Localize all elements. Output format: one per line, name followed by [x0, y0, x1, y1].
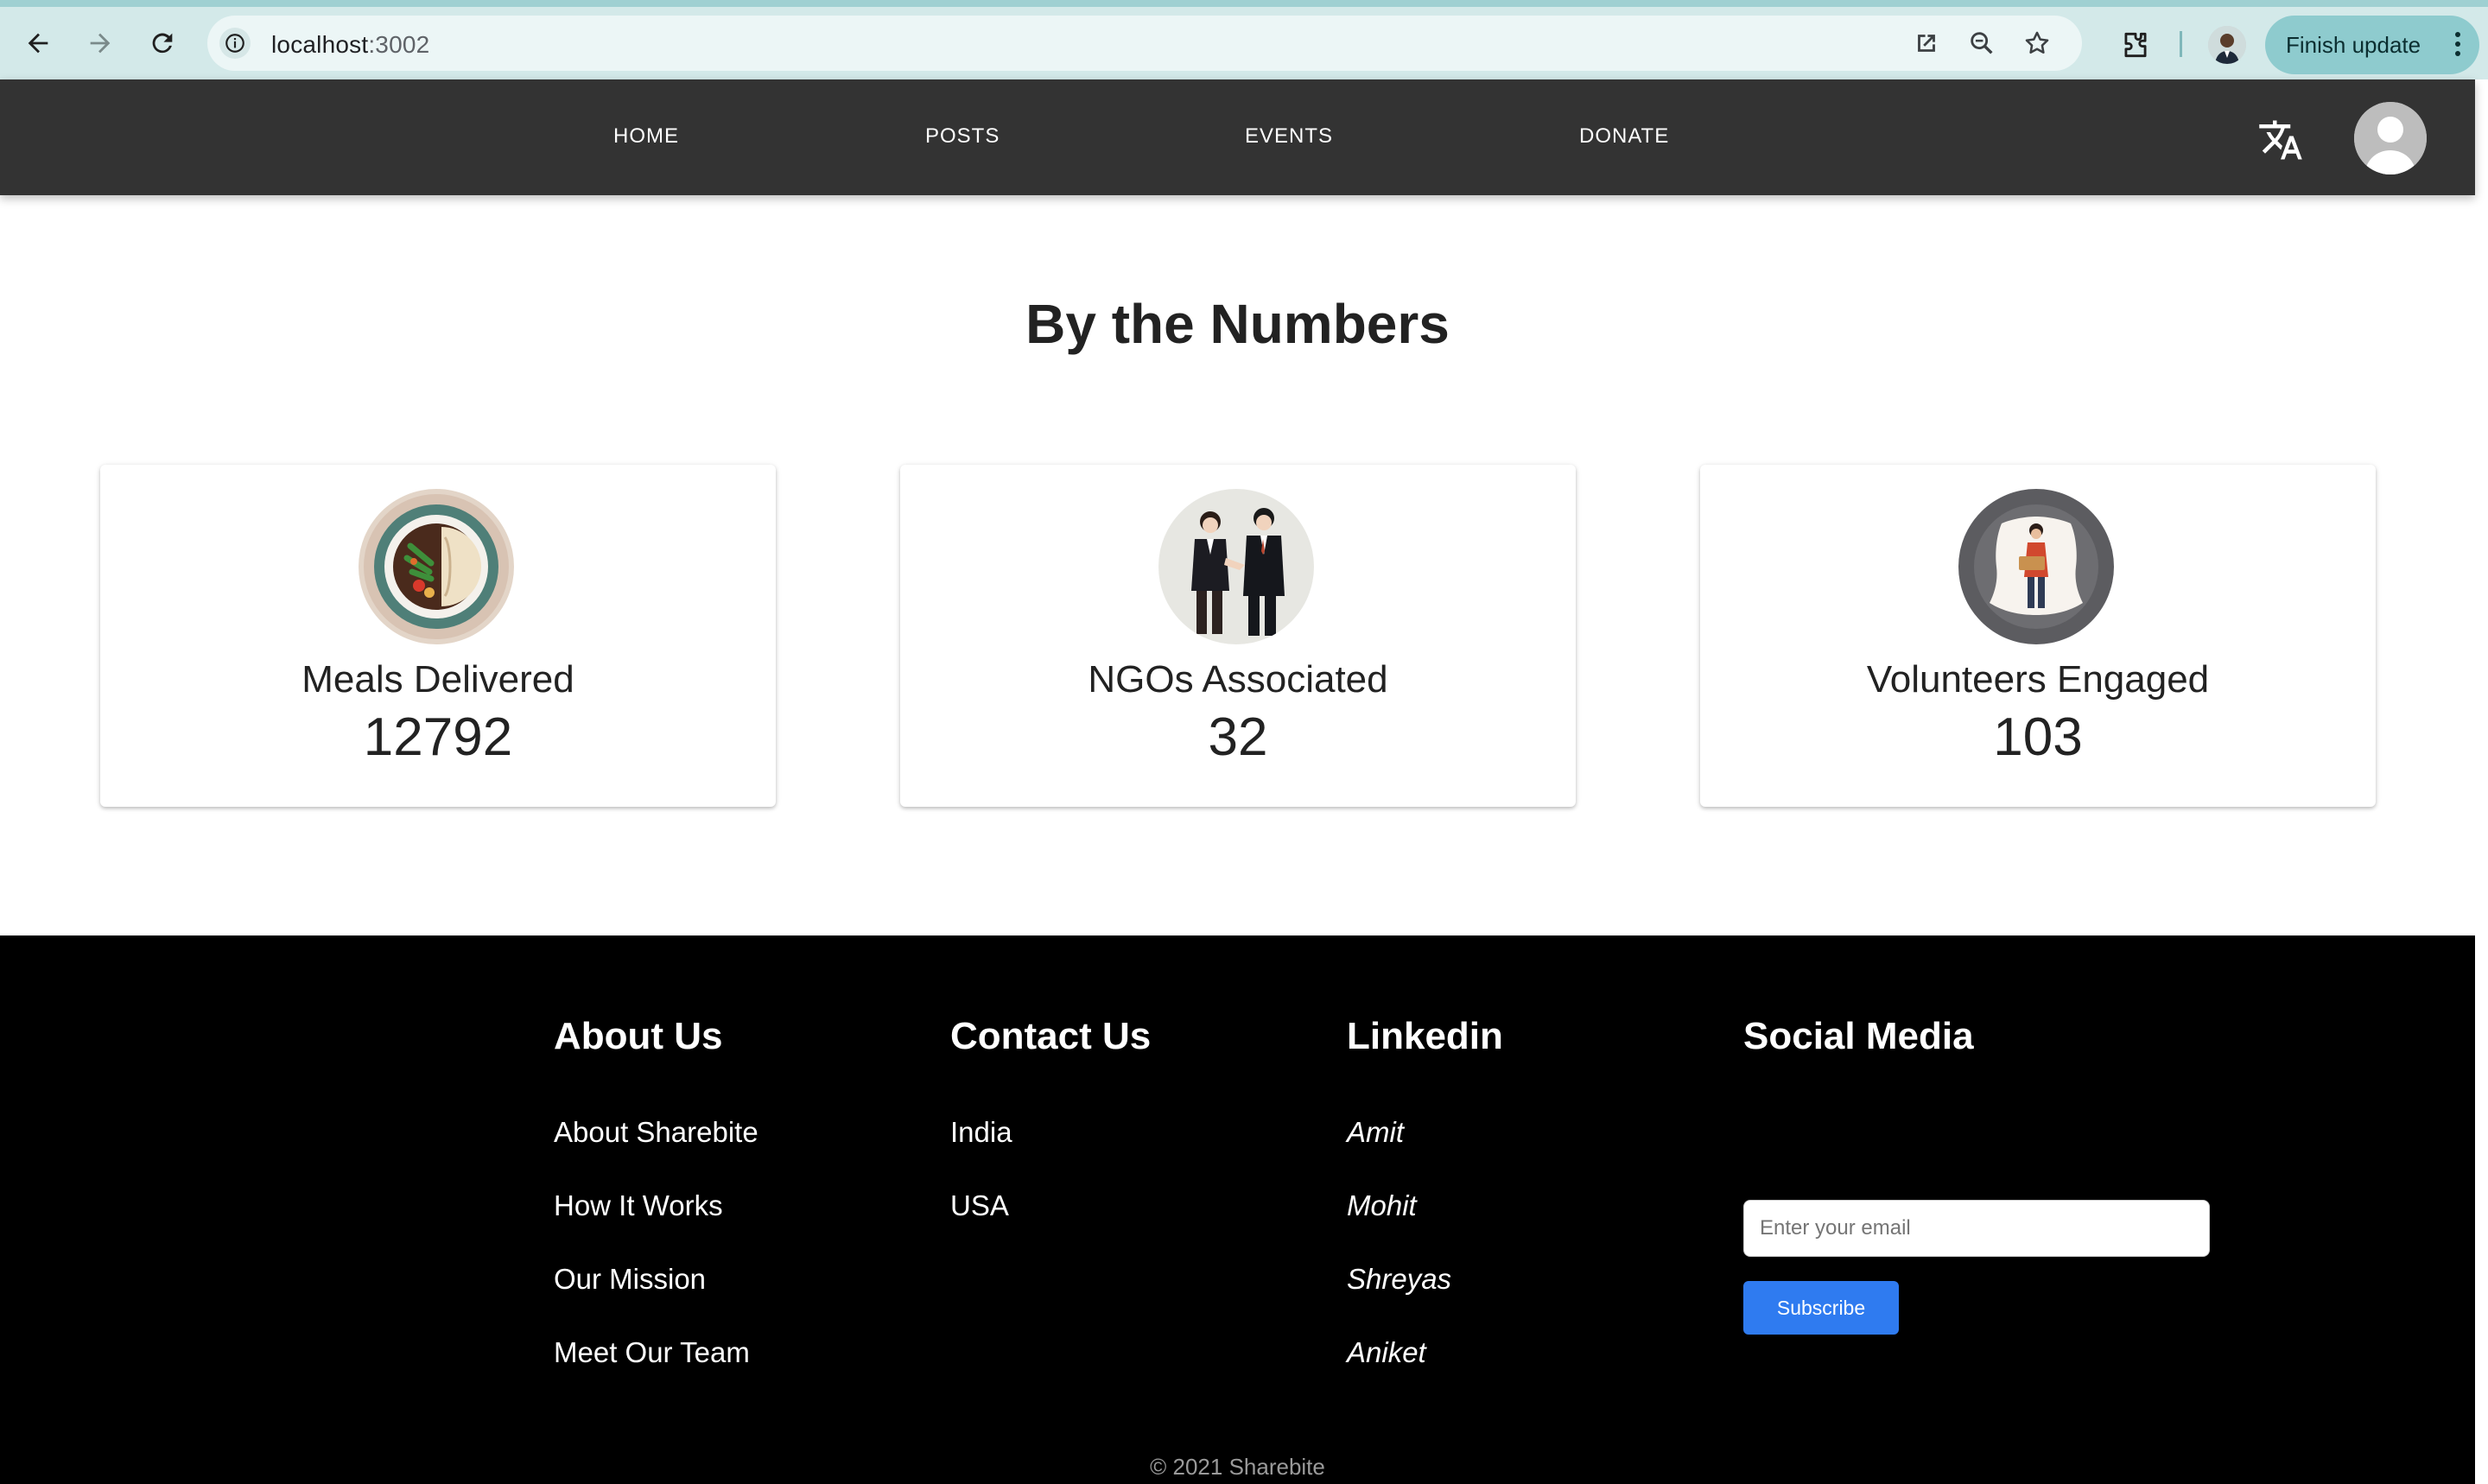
- footer-link-how-it-works[interactable]: How It Works: [554, 1189, 723, 1222]
- finish-update-label: Finish update: [2286, 31, 2421, 58]
- footer-link-meet-our-team[interactable]: Meet Our Team: [554, 1336, 750, 1369]
- bookmark-star-icon[interactable]: [2022, 28, 2053, 59]
- language-button[interactable]: [2256, 116, 2305, 164]
- open-in-window-icon[interactable]: [1911, 28, 1942, 59]
- stat-card-meals: Meals Delivered 12792: [100, 465, 776, 807]
- stat-value: 32: [1208, 707, 1268, 767]
- forward-button[interactable]: [83, 26, 117, 60]
- nav-home[interactable]: HOME: [613, 124, 679, 149]
- account-avatar-icon: [2354, 102, 2427, 174]
- copyright-text: © 2021 Sharebite: [1150, 1454, 1325, 1480]
- footer-about-column: About Us About Sharebite How It Works Ou…: [554, 1015, 758, 1368]
- meal-plate-icon: [359, 489, 514, 644]
- reload-button[interactable]: [145, 26, 180, 60]
- footer-social-column: Social Media Subscribe: [1743, 1015, 2210, 1335]
- finish-update-button[interactable]: Finish update: [2265, 16, 2479, 74]
- footer-heading: Social Media: [1743, 1015, 1974, 1057]
- volunteer-icon: [1958, 489, 2114, 644]
- footer-heading: Linkedin: [1347, 1015, 1503, 1057]
- translate-icon: [2259, 120, 2302, 160]
- footer-link-usa[interactable]: USA: [950, 1189, 1009, 1222]
- site-info-icon[interactable]: [219, 28, 251, 59]
- url-host: localhost: [271, 31, 369, 58]
- browser-toolbar: localhost:3002 Finish update: [0, 0, 2488, 79]
- zoom-icon[interactable]: [1966, 28, 1997, 59]
- profile-avatar[interactable]: [2208, 26, 2246, 64]
- footer-contact-column: Contact Us India USA: [950, 1015, 1152, 1221]
- extensions-icon[interactable]: [2117, 26, 2155, 64]
- toolbar-divider: [2180, 31, 2182, 57]
- nav-posts[interactable]: POSTS: [925, 124, 1000, 149]
- nav-donate[interactable]: DONATE: [1579, 124, 1669, 149]
- nav-events[interactable]: EVENTS: [1245, 124, 1333, 149]
- footer-link-shreyas[interactable]: Shreyas: [1347, 1263, 1451, 1296]
- section-title: By the Numbers: [1025, 293, 1450, 355]
- stat-value: 12792: [363, 707, 513, 767]
- stat-value: 103: [1993, 707, 2083, 767]
- back-arrow-icon: [28, 33, 48, 54]
- forward-arrow-icon: [90, 33, 111, 54]
- handshake-icon: [1158, 489, 1314, 644]
- site-footer: About Us About Sharebite How It Works Ou…: [0, 935, 2475, 1484]
- footer-link-amit[interactable]: Amit: [1347, 1116, 1404, 1149]
- more-menu-icon: [2455, 32, 2460, 56]
- stat-card-ngos: NGOs Associated 32: [900, 465, 1576, 807]
- footer-link-india[interactable]: India: [950, 1116, 1012, 1149]
- footer-heading: Contact Us: [950, 1015, 1152, 1057]
- account-avatar-button[interactable]: [2354, 102, 2427, 174]
- back-button[interactable]: [21, 26, 55, 60]
- stat-label: Volunteers Engaged: [1866, 658, 2210, 701]
- stat-label: NGOs Associated: [1088, 658, 1388, 701]
- footer-link-mohit[interactable]: Mohit: [1347, 1189, 1417, 1222]
- url-text[interactable]: localhost:3002: [271, 31, 429, 59]
- reload-icon: [152, 33, 173, 54]
- footer-link-aniket[interactable]: Aniket: [1347, 1336, 1426, 1369]
- footer-heading: About Us: [554, 1015, 723, 1057]
- footer-link-about-sharebite[interactable]: About Sharebite: [554, 1116, 758, 1149]
- subscribe-button[interactable]: Subscribe: [1743, 1281, 1899, 1335]
- email-field[interactable]: [1743, 1200, 2210, 1257]
- stat-label: Meals Delivered: [301, 658, 574, 701]
- footer-link-our-mission[interactable]: Our Mission: [554, 1263, 706, 1296]
- stat-card-volunteers: Volunteers Engaged 103: [1700, 465, 2376, 807]
- app-navbar: HOME POSTS EVENTS DONATE: [0, 79, 2475, 195]
- address-bar[interactable]: localhost:3002: [207, 16, 2082, 71]
- url-port: :3002: [368, 31, 430, 58]
- footer-linkedin-column: Linkedin Amit Mohit Shreyas Aniket: [1347, 1015, 1503, 1368]
